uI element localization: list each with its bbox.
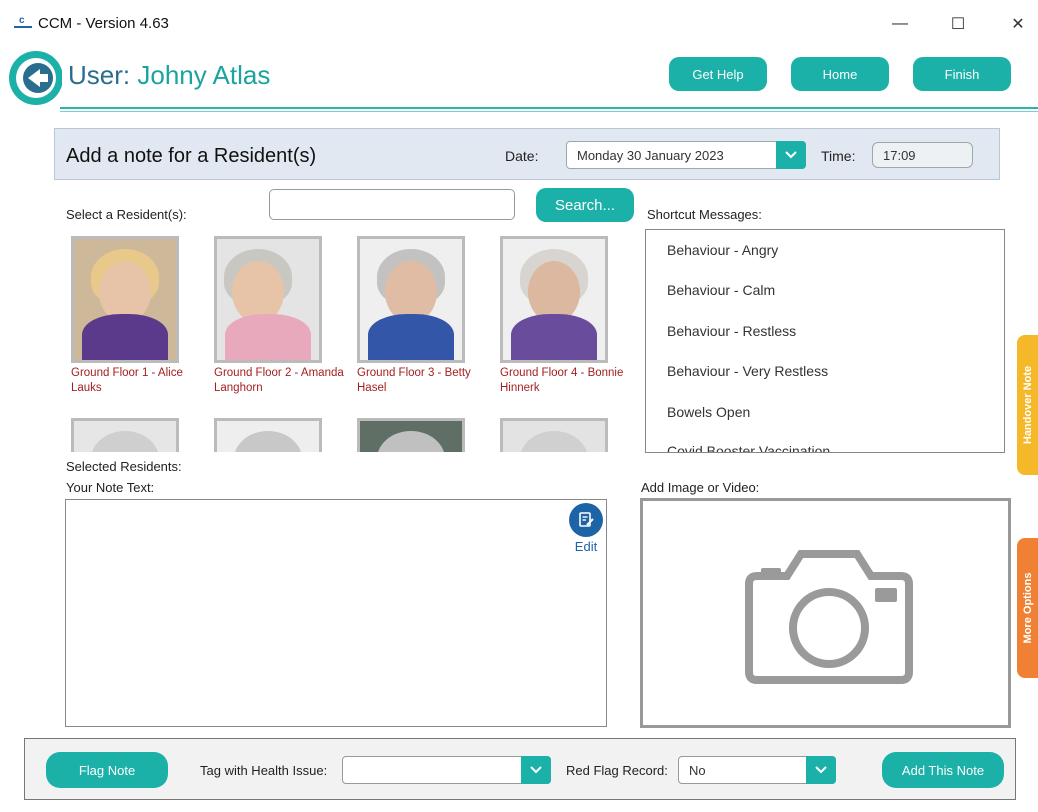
edit-icon: [569, 503, 603, 537]
edit-button[interactable]: Edit: [566, 503, 606, 559]
resident-card[interactable]: [500, 418, 632, 452]
resident-photo: [500, 418, 608, 452]
bottom-toolbar: Flag Note Tag with Health Issue: Red Fla…: [24, 738, 1016, 800]
shortcut-item[interactable]: Bowels Open: [667, 404, 750, 420]
edit-label: Edit: [574, 539, 598, 554]
chevron-down-icon[interactable]: [521, 756, 551, 784]
search-input[interactable]: [269, 189, 515, 220]
resident-card[interactable]: Ground Floor 4 - Bonnie Hinnerk: [500, 236, 632, 396]
camera-icon: [745, 550, 913, 684]
selected-residents-label: Selected Residents:: [66, 459, 182, 474]
app-icon: c: [14, 15, 32, 28]
resident-caption: Ground Floor 3 - Betty Hasel: [357, 367, 471, 394]
resident-photo: [71, 236, 179, 363]
finish-button[interactable]: Finish: [913, 57, 1011, 91]
window-title: CCM - Version 4.63: [38, 15, 169, 32]
user-heading: User: Johny Atlas: [68, 60, 270, 91]
red-flag-dropdown[interactable]: No: [678, 756, 836, 784]
resident-card[interactable]: [214, 418, 350, 452]
time-label: Time:: [821, 148, 856, 164]
more-options-label: More Options: [1021, 572, 1034, 644]
handover-note-label: Handover Note: [1021, 365, 1034, 445]
resident-grid: Ground Floor 1 - Alice Lauks Ground Floo…: [66, 228, 632, 452]
user-prefix: User:: [68, 60, 131, 90]
shortcut-messages-label: Shortcut Messages:: [647, 207, 762, 222]
resident-photo: [357, 418, 465, 452]
resident-photo: [71, 418, 179, 452]
flag-note-button[interactable]: Flag Note: [46, 752, 168, 788]
select-resident-label: Select a Resident(s):: [66, 207, 187, 222]
get-help-button[interactable]: Get Help: [669, 57, 767, 91]
resident-card[interactable]: Ground Floor 2 - Amanda Langhorn: [214, 236, 350, 396]
resident-card[interactable]: [71, 418, 207, 452]
page-title: Add a note for a Resident(s): [66, 145, 317, 167]
add-media-area[interactable]: [640, 498, 1011, 728]
header-divider: [60, 107, 1038, 109]
chevron-down-icon[interactable]: [806, 756, 836, 784]
resident-caption: Ground Floor 4 - Bonnie Hinnerk: [500, 367, 624, 394]
close-button[interactable]: ✕: [1000, 10, 1036, 38]
shortcut-item[interactable]: Behaviour - Calm: [667, 282, 775, 298]
resident-photo: [214, 418, 322, 452]
svg-text:c: c: [19, 15, 25, 26]
note-text-label: Your Note Text:: [66, 480, 155, 495]
health-issue-label: Tag with Health Issue:: [200, 763, 328, 778]
header-divider-thin: [60, 111, 1038, 112]
ccm-logo: [9, 51, 62, 105]
shortcut-item[interactable]: Behaviour - Angry: [667, 242, 778, 258]
window-titlebar: c CCM - Version 4.63 — ☐ ✕: [0, 0, 1038, 48]
add-note-button[interactable]: Add This Note: [882, 752, 1004, 788]
minimize-button[interactable]: —: [882, 10, 918, 38]
resident-caption: Ground Floor 2 - Amanda Langhorn: [214, 367, 344, 394]
home-button[interactable]: Home: [791, 57, 889, 91]
resident-photo: [500, 236, 608, 363]
shortcut-item[interactable]: Behaviour - Restless: [667, 323, 796, 339]
resident-card[interactable]: [357, 418, 493, 452]
resident-caption: Ground Floor 1 - Alice Lauks: [71, 367, 183, 394]
shortcut-list[interactable]: Behaviour - Angry Behaviour - Calm Behav…: [645, 229, 1005, 453]
user-name: Johny Atlas: [137, 60, 271, 90]
red-flag-value: No: [689, 763, 706, 778]
time-field[interactable]: 17:09: [872, 142, 973, 168]
chevron-down-icon[interactable]: [776, 141, 806, 169]
date-dropdown[interactable]: Monday 30 January 2023: [566, 141, 806, 169]
note-textarea[interactable]: [65, 499, 607, 727]
date-label: Date:: [505, 148, 539, 164]
note-header-bar: Add a note for a Resident(s) Date: Monda…: [54, 128, 1000, 180]
handover-note-tab[interactable]: Handover Note: [1017, 335, 1038, 475]
search-button[interactable]: Search...: [536, 188, 634, 222]
add-media-label: Add Image or Video:: [641, 480, 760, 495]
date-value: Monday 30 January 2023: [577, 148, 724, 163]
resident-photo: [357, 236, 465, 363]
red-flag-label: Red Flag Record:: [566, 763, 668, 778]
resident-photo: [214, 236, 322, 363]
shortcut-item[interactable]: Covid Booster Vaccination: [667, 443, 830, 452]
maximize-button[interactable]: ☐: [940, 10, 976, 38]
health-issue-dropdown[interactable]: [342, 756, 551, 784]
more-options-tab[interactable]: More Options: [1017, 538, 1038, 678]
shortcut-item[interactable]: Behaviour - Very Restless: [667, 363, 828, 379]
resident-card[interactable]: Ground Floor 3 - Betty Hasel: [357, 236, 493, 396]
resident-card[interactable]: Ground Floor 1 - Alice Lauks: [71, 236, 207, 396]
